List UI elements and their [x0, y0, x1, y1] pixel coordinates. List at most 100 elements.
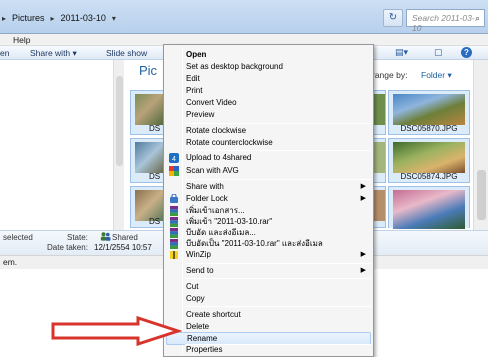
- winrar-icon: [170, 228, 178, 238]
- menu-item-open[interactable]: Open: [166, 49, 371, 61]
- content-scrollbar[interactable]: [473, 60, 488, 230]
- winzip-icon: [170, 251, 178, 259]
- state-label: State:: [67, 233, 88, 242]
- breadcrumb: ▸ Pictures ▸ 2011-03-10 ▾: [0, 9, 320, 27]
- photo-thumbnail[interactable]: DSC05870.JPG: [388, 90, 470, 135]
- menu-item-label: Properties: [186, 345, 223, 354]
- menu-item-share-with[interactable]: Share with ▶: [166, 181, 371, 193]
- breadcrumb-dropdown-icon[interactable]: ▾: [110, 14, 118, 23]
- menu-item-cut[interactable]: Cut: [166, 281, 371, 293]
- arrange-by-dropdown[interactable]: Folder ▾: [421, 70, 452, 81]
- photo-thumbnail[interactable]: DS: [130, 186, 164, 228]
- photo-thumbnail[interactable]: [388, 186, 470, 229]
- menu-item-winzip[interactable]: WinZip ▶: [166, 249, 371, 261]
- photo-thumbnail[interactable]: DSC05874.JPG: [388, 138, 470, 183]
- menu-item-folder-lock[interactable]: Folder Lock ▶: [166, 193, 371, 205]
- menu-help[interactable]: Help: [13, 34, 30, 46]
- photo-thumbnail[interactable]: DS: [130, 90, 164, 135]
- menu-item-label: Copy: [186, 294, 205, 303]
- menu-separator: [185, 150, 371, 151]
- address-bar: ▸ Pictures ▸ 2011-03-10 ▾ ↻ Search 2011-…: [0, 0, 488, 34]
- photo-image: [374, 190, 385, 221]
- menu-item-edit[interactable]: Edit: [166, 73, 371, 85]
- menu-item-label: Convert Video: [186, 98, 237, 107]
- menu-separator: [185, 306, 371, 307]
- preview-pane-icon[interactable]: ▢: [434, 47, 443, 58]
- search-input[interactable]: Search 2011-03-10 ⌕: [406, 9, 485, 33]
- share-with-button[interactable]: Share with ▾: [30, 46, 77, 60]
- date-taken-label: Date taken:: [47, 243, 88, 252]
- toolbar-item-open[interactable]: en: [0, 46, 9, 60]
- navigation-pane[interactable]: [0, 60, 113, 230]
- menu-item-label: Set as desktop background: [186, 62, 283, 71]
- menu-item-upload-4shared[interactable]: 4 Upload to 4shared: [166, 152, 371, 164]
- menu-item-preview[interactable]: Preview: [166, 109, 371, 121]
- menu-item-label: Folder Lock: [186, 194, 228, 203]
- shared-users-icon: [100, 232, 111, 241]
- state-value: Shared: [112, 233, 138, 242]
- photo-thumbnail[interactable]: [374, 138, 386, 183]
- menu-separator: [185, 179, 371, 180]
- breadcrumb-chevron-icon[interactable]: ▸: [0, 14, 8, 23]
- photo-image: [374, 94, 385, 125]
- menu-item-create-shortcut[interactable]: Create shortcut: [166, 309, 371, 321]
- menu-item-copy[interactable]: Copy: [166, 293, 371, 305]
- photo-thumbnail[interactable]: [374, 90, 386, 135]
- menu-item-rotate-counterclockwise[interactable]: Rotate counterclockwise: [166, 137, 371, 149]
- photo-caption: DSC05874.JPG: [400, 172, 458, 181]
- winrar-icon: [170, 206, 178, 216]
- submenu-arrow-icon: ▶: [360, 251, 366, 258]
- library-title: Pic: [139, 63, 158, 78]
- photo-caption: DS: [149, 172, 161, 181]
- menu-item-print[interactable]: Print: [166, 85, 371, 97]
- photo-thumbnail[interactable]: DS: [130, 138, 164, 183]
- view-options-icon[interactable]: ▤▾: [395, 47, 408, 58]
- menu-item-rotate-clockwise[interactable]: Rotate clockwise: [166, 125, 371, 137]
- share-with-label: Share with: [30, 48, 71, 58]
- scrollbar-thumb[interactable]: [116, 76, 123, 166]
- menu-item-label: Create shortcut: [186, 310, 241, 319]
- date-taken-value: 12/1/2554 10:57: [94, 243, 152, 252]
- folder-lock-icon: [170, 194, 178, 203]
- svg-text:4: 4: [172, 156, 176, 163]
- photo-image: [393, 142, 465, 173]
- photo-caption: DS: [149, 124, 161, 133]
- menu-item-label: Open: [186, 50, 207, 59]
- photo-image: [393, 190, 465, 229]
- photo-thumbnail[interactable]: [374, 186, 386, 228]
- navigation-scrollbar[interactable]: [113, 60, 124, 230]
- menu-item-label: Send to: [186, 266, 214, 275]
- menu-item-set-desktop-background[interactable]: Set as desktop background: [166, 61, 371, 73]
- red-arrow-annotation: [51, 316, 182, 346]
- menu-separator: [185, 263, 371, 264]
- chevron-down-icon: ▾: [72, 48, 77, 58]
- slide-show-button[interactable]: Slide show: [106, 46, 147, 60]
- menu-item-scan-avg[interactable]: Scan with AVG: [166, 165, 371, 177]
- submenu-arrow-icon: ▶: [360, 183, 366, 190]
- winrar-icon: [170, 239, 178, 249]
- menu-separator: [185, 278, 371, 279]
- chevron-down-icon: ▾: [447, 70, 452, 80]
- photo-image: [135, 94, 163, 125]
- search-placeholder: Search 2011-03-10: [412, 13, 475, 33]
- help-icon[interactable]: ?: [461, 47, 472, 58]
- avg-icon: [169, 166, 179, 176]
- selection-count: selected: [3, 233, 33, 242]
- menu-item-convert-video[interactable]: Convert Video: [166, 97, 371, 109]
- photo-caption: DSC05870.JPG: [400, 124, 458, 133]
- breadcrumb-chevron-icon[interactable]: ▸: [49, 14, 57, 23]
- context-menu: Open Set as desktop background Edit Prin…: [163, 44, 374, 357]
- scrollbar-thumb[interactable]: [477, 170, 486, 220]
- breadcrumb-item-folder[interactable]: 2011-03-10: [57, 13, 110, 23]
- 4shared-icon: 4: [169, 153, 179, 163]
- menu-separator: [185, 123, 371, 124]
- menu-item-label: Upload to 4shared: [186, 153, 252, 162]
- menu-item-label: Scan with AVG: [186, 166, 239, 175]
- menu-item-label: WinZip: [186, 250, 211, 259]
- breadcrumb-item-pictures[interactable]: Pictures: [8, 13, 49, 23]
- menu-item-label: Rotate counterclockwise: [186, 138, 273, 147]
- menu-item-send-to[interactable]: Send to ▶: [166, 265, 371, 277]
- winrar-icon: [170, 217, 178, 227]
- refresh-button[interactable]: ↻: [383, 9, 403, 27]
- menu-item-properties[interactable]: Properties: [166, 344, 371, 356]
